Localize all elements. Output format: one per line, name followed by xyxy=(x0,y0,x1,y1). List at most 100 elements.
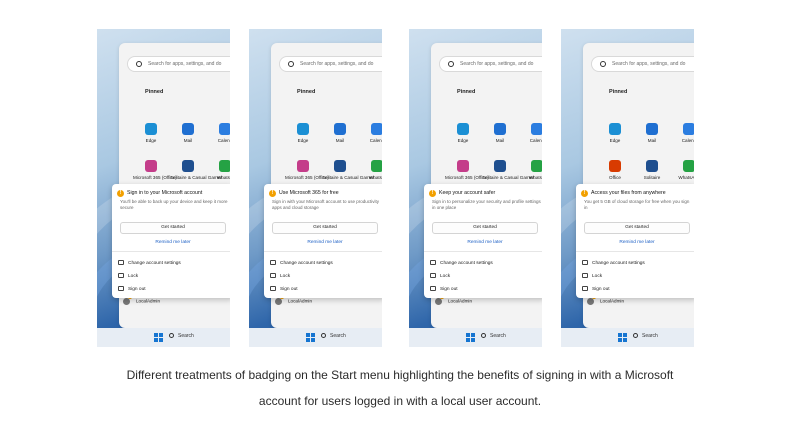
pinned-app[interactable]: Solitaire xyxy=(634,160,670,181)
flyout-description: Sign in with your Microsoft account to u… xyxy=(272,199,380,210)
avatar-icon xyxy=(435,298,442,305)
pinned-app[interactable]: Mail xyxy=(482,123,518,144)
start-menu-screenshot: Search for apps, settings, and do Pinned E… xyxy=(97,29,230,347)
account-flyout: ! Keep your account safer Sign in to perso… xyxy=(424,184,542,298)
pinned-app-label: WhatsApp xyxy=(678,175,694,180)
start-search-input[interactable]: Search for apps, settings, and do xyxy=(279,56,382,72)
pinned-app-label: Edge xyxy=(297,138,309,143)
pinned-app[interactable]: Mail xyxy=(322,123,358,144)
pinned-app[interactable]: Solitaire & Casual Games xyxy=(170,160,223,181)
change-account-settings-item[interactable]: Change account settings xyxy=(118,260,181,266)
get-started-button[interactable]: Get started xyxy=(120,222,226,234)
user-account-button[interactable]: LocalAdmin xyxy=(435,295,472,305)
caption-line-1: Different treatments of badging on the S… xyxy=(126,368,674,382)
edge-icon xyxy=(609,123,621,135)
pinned-app[interactable]: Edge xyxy=(445,123,481,144)
pinned-app[interactable]: Calend xyxy=(207,123,230,144)
pinned-app[interactable]: Calend xyxy=(519,123,542,144)
user-account-button[interactable]: LocalAdmin xyxy=(275,295,312,305)
remind-me-later-link[interactable]: Remind me later xyxy=(112,240,230,245)
lock-item[interactable]: Lock xyxy=(270,273,290,279)
avatar-icon xyxy=(275,298,282,305)
sign-out-item[interactable]: Sign out xyxy=(118,286,146,292)
pinned-app[interactable]: Microsoft 365 (Office) xyxy=(285,160,329,181)
warning-icon: ! xyxy=(429,190,436,197)
windows-start-icon[interactable] xyxy=(466,333,475,342)
start-search-input[interactable]: Search for apps, settings, and do xyxy=(439,56,542,72)
pinned-app[interactable]: Calend xyxy=(671,123,694,144)
pinned-app[interactable]: Microsoft 365 (Office) xyxy=(133,160,177,181)
divider xyxy=(424,251,542,252)
pinned-app[interactable]: Mail xyxy=(634,123,670,144)
pinned-app[interactable]: WhatsA xyxy=(359,160,382,181)
pinned-app-label: Edge xyxy=(609,138,621,143)
divider xyxy=(264,251,382,252)
office-icon xyxy=(457,160,469,172)
remind-me-later-link[interactable]: Remind me later xyxy=(576,240,694,245)
get-started-button[interactable]: Get started xyxy=(584,222,690,234)
divider xyxy=(112,251,230,252)
pinned-app[interactable]: Solitaire & Casual Games xyxy=(322,160,375,181)
account-settings-icon xyxy=(430,260,436,265)
warning-icon: ! xyxy=(581,190,588,197)
change-account-settings-item[interactable]: Change account settings xyxy=(270,260,333,266)
remind-me-later-link[interactable]: Remind me later xyxy=(424,240,542,245)
user-account-button[interactable]: LocalAdmin xyxy=(587,295,624,305)
windows-start-icon[interactable] xyxy=(306,333,315,342)
pinned-app[interactable]: Mail xyxy=(170,123,206,144)
figure-caption: Different treatments of badging on the S… xyxy=(0,362,800,414)
pinned-app-label: WhatsA xyxy=(216,175,230,180)
start-search-input[interactable]: Search for apps, settings, and do xyxy=(127,56,230,72)
solitaire-icon xyxy=(182,160,194,172)
pinned-app-label: Calend xyxy=(529,138,542,143)
pinned-app[interactable]: WhatsApp xyxy=(671,160,694,181)
search-icon xyxy=(321,333,326,339)
remind-me-later-link[interactable]: Remind me later xyxy=(264,240,382,245)
pinned-app[interactable]: Solitaire & Casual Games xyxy=(482,160,535,181)
windows-start-icon[interactable] xyxy=(618,333,627,342)
pinned-app[interactable]: WhatsA xyxy=(519,160,542,181)
warning-icon: ! xyxy=(117,190,124,197)
pinned-app[interactable]: WhatsA xyxy=(207,160,230,181)
taskbar-search-label: Search xyxy=(642,333,658,339)
pinned-heading: Pinned xyxy=(145,89,164,95)
get-started-button[interactable]: Get started xyxy=(272,222,378,234)
taskbar-search-button[interactable]: Search xyxy=(633,333,658,339)
taskbar-search-label: Search xyxy=(330,333,346,339)
lock-item[interactable]: Lock xyxy=(118,273,138,279)
start-search-input[interactable]: Search for apps, settings, and do xyxy=(591,56,694,72)
search-icon xyxy=(481,333,486,339)
sign-out-item[interactable]: Sign out xyxy=(430,286,458,292)
pinned-app[interactable]: Microsoft 365 (Office) xyxy=(445,160,489,181)
user-account-button[interactable]: LocalAdmin xyxy=(123,295,160,305)
sign-out-item[interactable]: Sign out xyxy=(582,286,610,292)
get-started-button[interactable]: Get started xyxy=(432,222,538,234)
windows-start-icon[interactable] xyxy=(154,333,163,342)
change-account-settings-item[interactable]: Change account settings xyxy=(430,260,493,266)
mail-icon xyxy=(646,123,658,135)
taskbar-search-button[interactable]: Search xyxy=(481,333,506,339)
lock-item[interactable]: Lock xyxy=(582,273,602,279)
pinned-app-label: Mail xyxy=(335,138,345,143)
pinned-app[interactable]: Edge xyxy=(597,123,633,144)
taskbar-search-button[interactable]: Search xyxy=(169,333,194,339)
change-account-settings-item[interactable]: Change account settings xyxy=(582,260,645,266)
menu-item-label: Lock xyxy=(592,273,603,279)
pinned-app-label: Calend xyxy=(369,138,382,143)
pinned-heading: Pinned xyxy=(457,89,476,95)
lock-item[interactable]: Lock xyxy=(430,273,450,279)
pinned-app[interactable]: Calend xyxy=(359,123,382,144)
pinned-app[interactable]: Office xyxy=(597,160,633,181)
taskbar-search-button[interactable]: Search xyxy=(321,333,346,339)
account-settings-icon xyxy=(270,260,276,265)
taskbar-search-label: Search xyxy=(490,333,506,339)
menu-item-label: Lock xyxy=(280,273,291,279)
pinned-app[interactable]: Edge xyxy=(133,123,169,144)
search-icon xyxy=(633,333,638,339)
search-icon xyxy=(600,61,606,67)
pinned-app[interactable]: Edge xyxy=(285,123,321,144)
sign-out-item[interactable]: Sign out xyxy=(270,286,298,292)
sign-out-icon xyxy=(430,286,436,291)
pinned-app-label: Solitaire & Casual Games xyxy=(170,175,223,180)
pinned-app-label: Microsoft 365 (Office) xyxy=(445,175,489,180)
